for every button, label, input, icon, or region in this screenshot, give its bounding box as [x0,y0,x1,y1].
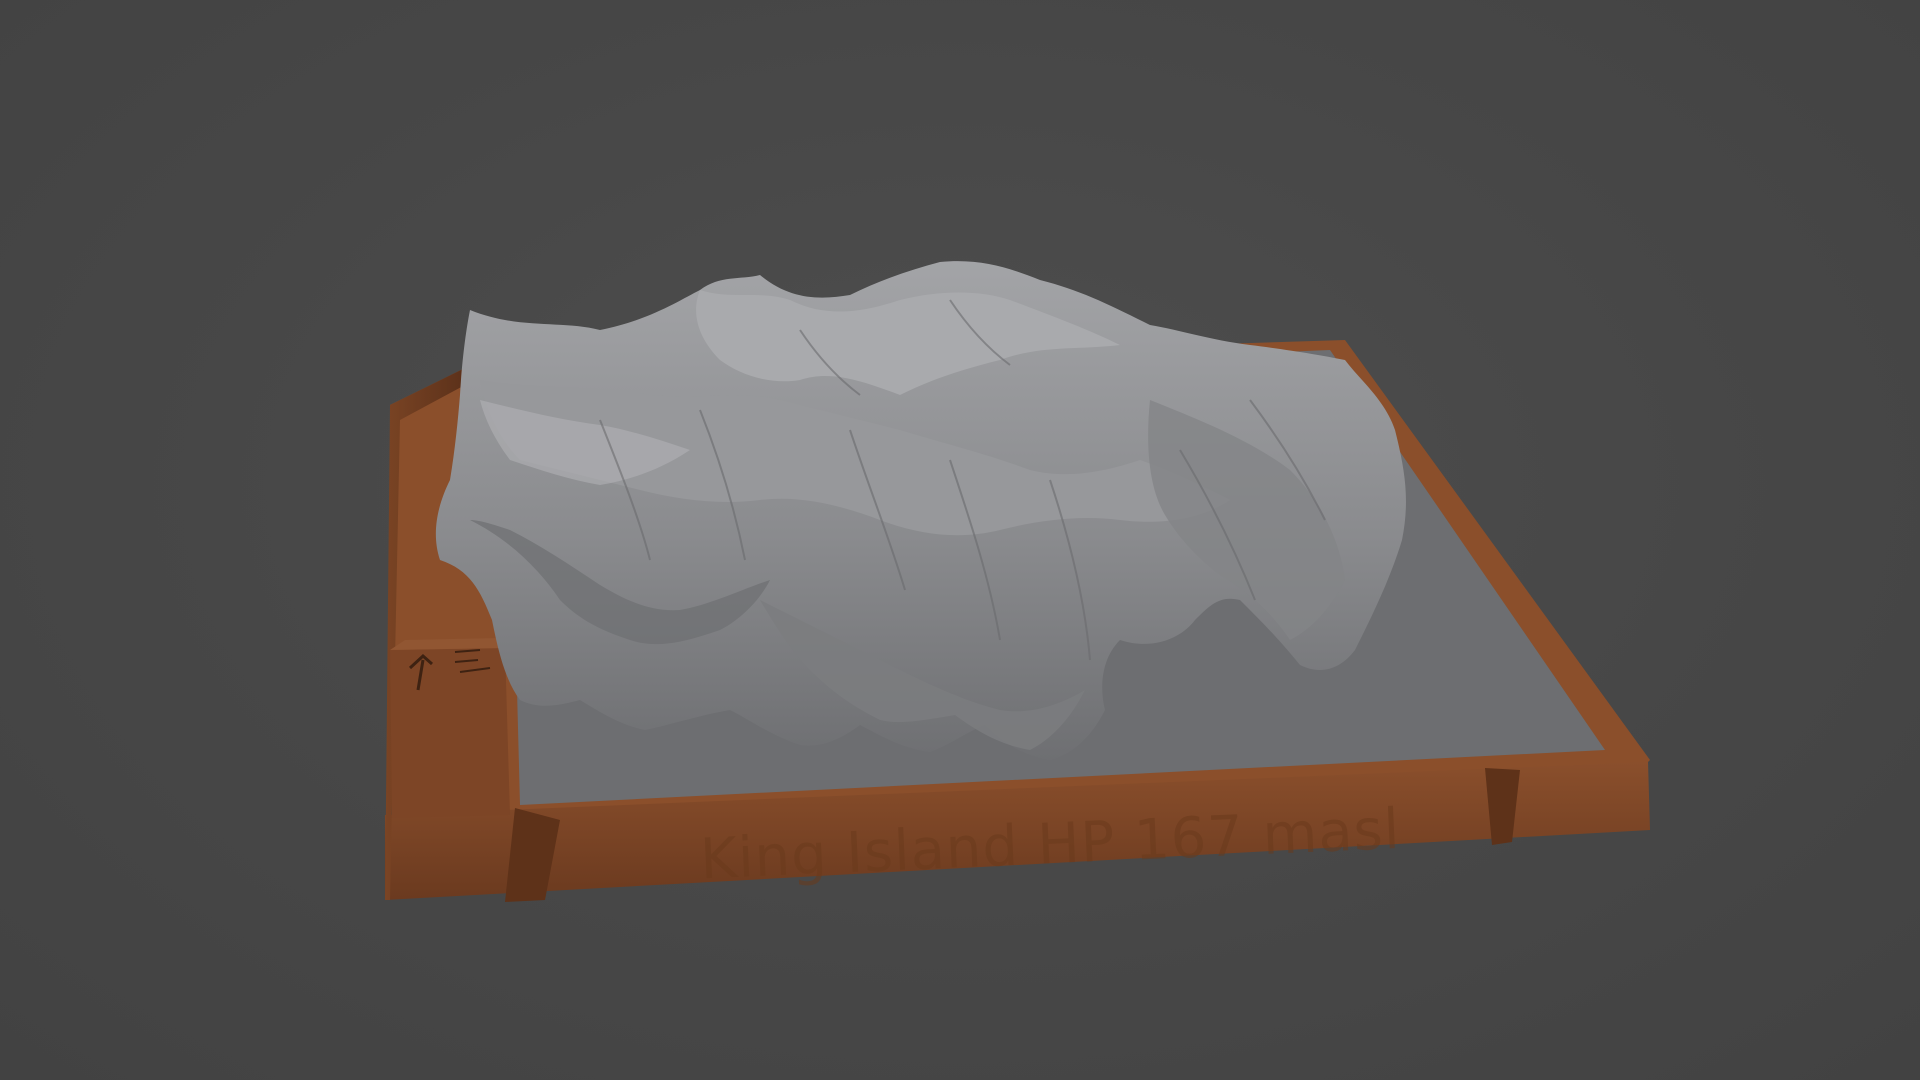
3d-viewport[interactable]: King Island HP 167 masl [0,0,1920,1080]
corner-block-front [390,648,510,818]
terrain-model-render[interactable]: King Island HP 167 masl [0,0,1920,1080]
